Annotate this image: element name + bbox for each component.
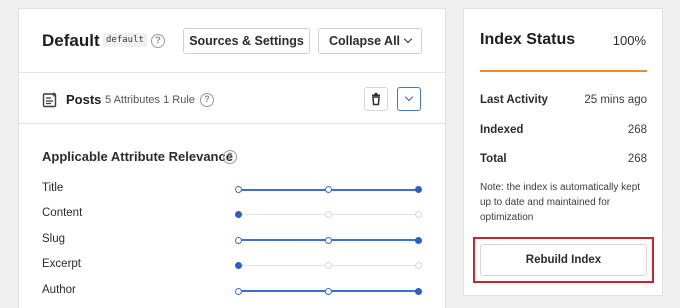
relevance-slider[interactable] xyxy=(234,236,422,244)
index-stat-label: Indexed xyxy=(480,123,524,136)
index-stat-row: Total 268 xyxy=(480,153,647,165)
sources-settings-label: Sources & Settings xyxy=(189,34,304,48)
slider-handle[interactable] xyxy=(234,211,242,219)
chevron-down-icon xyxy=(404,92,414,102)
slider-tick xyxy=(324,236,332,244)
rebuild-index-label: Rebuild Index xyxy=(525,254,602,266)
slider-tick xyxy=(324,186,332,193)
help-icon[interactable]: ? xyxy=(223,150,237,164)
slider-handle[interactable] xyxy=(414,186,422,193)
delete-source-button[interactable] xyxy=(364,87,388,111)
slider-tick xyxy=(414,211,422,219)
index-progress-fill xyxy=(480,70,647,72)
attribute-row: Content xyxy=(42,205,432,223)
chevron-down-icon xyxy=(403,34,413,44)
engine-slug-badge: default xyxy=(103,33,147,47)
source-meta: 5 Attributes 1 Rule xyxy=(105,94,195,106)
slider-tick xyxy=(324,211,332,219)
index-stat-value: 268 xyxy=(627,153,647,165)
relevance-slider[interactable] xyxy=(234,262,422,270)
relevance-slider[interactable] xyxy=(234,186,422,193)
attribute-row: Excerpt xyxy=(42,256,432,274)
slider-tick xyxy=(324,287,332,295)
engine-header: Default default ? Sources & Settings Col… xyxy=(19,9,445,73)
expand-source-button[interactable] xyxy=(397,87,421,111)
slider-tick xyxy=(234,186,242,193)
document-icon xyxy=(42,92,58,113)
help-icon[interactable]: ? xyxy=(151,34,165,48)
index-stat-row: Indexed 268 xyxy=(480,124,647,136)
trash-icon xyxy=(365,93,387,114)
rebuild-index-button[interactable]: Rebuild Index xyxy=(480,244,647,276)
slider-tick xyxy=(234,287,242,295)
source-row-posts: Posts 5 Attributes 1 Rule ? xyxy=(19,74,445,124)
slider-handle[interactable] xyxy=(414,287,422,295)
slider-tick xyxy=(414,262,422,270)
index-note: Note: the index is automatically kept up… xyxy=(480,182,641,223)
engine-title: Default xyxy=(42,31,100,50)
relevance-slider[interactable] xyxy=(234,287,422,295)
slider-handle[interactable] xyxy=(234,262,242,270)
index-percent: 100% xyxy=(612,33,646,48)
sources-settings-button[interactable]: Sources & Settings xyxy=(183,28,310,54)
engine-panel: Default default ? Sources & Settings Col… xyxy=(18,8,446,308)
relevance-slider[interactable] xyxy=(234,211,422,219)
slider-tick xyxy=(324,262,332,270)
slider-tick xyxy=(234,236,242,244)
attribute-row: Slug xyxy=(42,231,432,249)
help-icon[interactable]: ? xyxy=(200,93,214,107)
relevance-heading: Applicable Attribute Relevance xyxy=(42,149,233,164)
attribute-label: Title xyxy=(42,182,64,194)
collapse-all-button[interactable]: Collapse All xyxy=(318,28,422,54)
index-status-title: Index Status xyxy=(480,31,576,48)
attribute-label: Author xyxy=(42,283,76,296)
index-stat-label: Total xyxy=(480,153,507,165)
index-stat-value: 268 xyxy=(627,123,647,136)
index-stat-value: 25 mins ago xyxy=(584,94,647,106)
attribute-label: Excerpt xyxy=(42,258,81,271)
attribute-row: Title xyxy=(42,180,432,198)
index-progress-bar xyxy=(480,70,647,72)
slider-handle[interactable] xyxy=(414,236,422,244)
index-stat-label: Last Activity xyxy=(480,94,548,106)
source-name: Posts xyxy=(66,92,102,107)
index-stat-row: Last Activity 25 mins ago xyxy=(480,94,647,106)
attribute-row: Author xyxy=(42,282,432,300)
attribute-label: Content xyxy=(42,207,83,220)
collapse-all-label: Collapse All xyxy=(328,34,401,48)
attribute-label: Slug xyxy=(42,232,66,245)
index-status-panel: Index Status 100% Last Activity 25 mins a… xyxy=(463,8,663,296)
